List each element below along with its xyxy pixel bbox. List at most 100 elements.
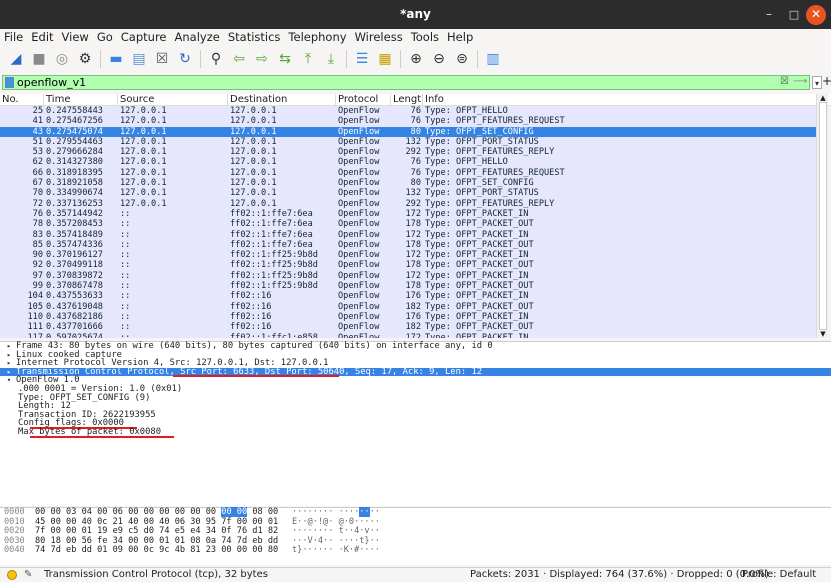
collapse-arrow-icon[interactable]: ▸ [2,342,16,351]
close-file-icon[interactable]: ☒ [152,49,172,69]
packet-row[interactable]: 117 0.597025674:: ff02::1:ffc1:e858 OpenFlo… [0,332,816,338]
display-filter-input[interactable] [17,76,777,89]
packet-source: :: [120,219,131,230]
detail-item[interactable]: ▸ Frame 43: 80 bytes on wire (640 bits), … [0,342,831,351]
col-header-source[interactable]: Source [118,94,228,106]
packet-row[interactable]: 41 0.275467256 127.0.0.1 127.0.0.1 OpenFlow 7… [0,116,816,127]
close-icon[interactable]: ✕ [806,5,826,25]
zoom-reset-icon[interactable]: ⊜ [452,49,472,69]
collapse-arrow-icon[interactable]: ▸ [2,368,16,377]
packet-row[interactable]: 67 0.318921058 127.0.0.1 127.0.0.1 OpenFlow 8… [0,178,816,189]
packet-row[interactable]: 43 0.275475074 127.0.0.1 127.0.0.1 OpenFlow 8… [0,126,816,137]
expert-info-icon[interactable] [7,570,17,580]
open-file-icon[interactable]: ▬ [106,49,126,69]
packet-no: 90 [32,250,43,261]
packet-row[interactable]: 25 0.247558443 127.0.0.1 127.0.0.1 OpenFlow 7… [0,106,816,117]
detail-item[interactable]: Max bytes of packet: 0x0080 [0,428,831,438]
packet-row[interactable]: 62 0.314327380 127.0.0.1 127.0.0.1 OpenFlow 7… [0,157,816,168]
packet-row[interactable]: 76 0.357144942:: ff02::1:ffe7:6ea OpenFlow 1… [0,208,816,220]
menu-telephony[interactable]: Telephony [284,29,350,45]
packet-no: 70 [32,188,43,199]
packet-row[interactable]: 51 0.279554463 127.0.0.1 127.0.0.1 OpenFlow 1… [0,136,816,148]
start-capture-icon[interactable]: ◢ [6,49,26,69]
collapse-arrow-icon[interactable]: ▸ [2,351,16,360]
bookmark-icon[interactable] [5,77,14,88]
packet-source: :: [120,322,131,333]
save-file-icon[interactable]: ▤ [129,49,149,69]
menu-file[interactable]: File [0,29,27,45]
detail-item[interactable]: ▸ Transmission Control Protocol, Src Port… [0,367,831,377]
reload-file-icon[interactable]: ↻ [175,49,195,69]
maximize-icon[interactable]: □ [784,5,804,25]
col-header-protocol[interactable]: Protocol [336,94,391,106]
packet-destination: ff02::16 [230,322,272,333]
packet-row[interactable]: 85 0.357474336:: ff02::1:ffe7:6ea OpenFlow 1… [0,239,816,251]
detail-item[interactable]: Type: OFPT_SET_CONFIG (9) [0,393,831,403]
packet-row[interactable]: 72 0.337136253 127.0.0.1 127.0.0.1 OpenFlow 2… [0,198,816,209]
collapse-arrow-icon[interactable]: ▸ [2,359,16,368]
packet-row[interactable]: 104 0.437553633:: ff02::16 OpenFlow 176 Type:… [0,291,816,302]
clear-filter-icon[interactable]: ☒ [780,76,790,88]
packet-destination: ff02::1:ffe7:6ea [230,239,313,250]
profile-label[interactable]: Profile: Default [742,568,816,582]
apply-filter-icon[interactable]: ⟶ [793,76,809,88]
scrollbar-thumb[interactable] [819,102,827,330]
packet-row[interactable]: 92 0.370499118:: ff02::1:ff25:9b8d OpenFlow… [0,260,816,271]
menu-edit[interactable]: Edit [27,29,57,45]
detail-item[interactable]: Transaction ID: 2622193955 [0,410,831,420]
capture-options-icon[interactable]: ⚙ [75,49,95,69]
col-header-time[interactable]: Time [44,94,118,106]
packet-row[interactable]: 78 0.357208453:: ff02::1:ffe7:6ea OpenFlow 1… [0,219,816,230]
menu-capture[interactable]: Capture [117,29,171,45]
first-packet-icon[interactable]: ⤒ [298,49,318,69]
col-header-info[interactable]: Info [423,94,816,106]
menu-analyze[interactable]: Analyze [171,29,224,45]
autoscroll-icon[interactable]: ☰ [352,49,372,69]
col-header-destination[interactable]: Destination [228,94,336,106]
scroll-up-icon[interactable]: ▲ [817,94,829,102]
packet-row[interactable]: 105 0.437619048:: ff02::16 OpenFlow 182 Type:… [0,301,816,312]
packet-list[interactable]: 25 0.247558443 127.0.0.1 127.0.0.1 OpenFlow 7… [0,106,816,338]
go-back-icon[interactable]: ⇦ [229,49,249,69]
packet-row[interactable]: 70 0.334990674 127.0.0.1 127.0.0.1 OpenFlow 1… [0,188,816,199]
last-packet-icon[interactable]: ⤓ [321,49,341,69]
packet-row[interactable]: 66 0.318918395 127.0.0.1 127.0.0.1 OpenFlow 7… [0,167,816,179]
packet-row[interactable]: 99 0.370867478:: ff02::1:ff25:9b8d OpenFlow… [0,281,816,292]
packet-destination: ff02::16 [230,291,272,302]
filter-history-dropdown[interactable]: ▾ [812,76,822,89]
packet-row[interactable]: 110 0.437682186:: ff02::16 OpenFlow 176 Type:… [0,311,816,323]
packet-row[interactable]: 90 0.370196127:: ff02::1:ff25:9b8d OpenFlow… [0,250,816,261]
packet-source: :: [120,250,131,261]
menu-statistics[interactable]: Statistics [224,29,285,45]
zoom-out-icon[interactable]: ⊖ [429,49,449,69]
packet-row[interactable]: 83 0.357418489:: ff02::1:ffe7:6ea OpenFlow 1… [0,229,816,240]
col-header-no[interactable]: No. [0,94,44,106]
col-header-length[interactable]: Length [391,94,423,106]
colorize-icon[interactable]: ▦ [375,49,395,69]
packet-row[interactable]: 111 0.437701666:: ff02::16 OpenFlow 182 Type:… [0,322,816,333]
menu-tools[interactable]: Tools [407,29,443,45]
menu-help[interactable]: Help [443,29,477,45]
restart-capture-icon[interactable]: ◎ [52,49,72,69]
find-packet-icon[interactable]: ⚲ [206,49,226,69]
resize-columns-icon[interactable]: ▥ [483,49,503,69]
edit-comment-icon[interactable]: ✎ [24,568,32,582]
go-to-packet-icon[interactable]: ⇆ [275,49,295,69]
packet-row[interactable]: 97 0.370839872:: ff02::1:ff25:9b8d OpenFlow… [0,270,816,282]
packet-list-scrollbar[interactable]: ▲ ▼ [816,94,828,338]
scroll-down-icon[interactable]: ▼ [817,330,829,338]
packet-info: Type: OFPT_PACKET_IN [425,311,529,322]
menu-go[interactable]: Go [93,29,117,45]
expand-arrow-icon[interactable]: ▾ [2,376,16,385]
menu-view[interactable]: View [58,29,93,45]
go-forward-icon[interactable]: ⇨ [252,49,272,69]
bytes-row[interactable]: 0040 74 7d eb dd 01 09 00 0c 9c 4b 81 23 … [0,546,831,556]
packet-row[interactable]: 53 0.279666284 127.0.0.1 127.0.0.1 OpenFlow 2… [0,147,816,158]
stop-capture-icon[interactable]: ■ [29,49,49,69]
minimize-icon[interactable]: – [759,5,779,25]
zoom-in-icon[interactable]: ⊕ [406,49,426,69]
packet-time: 0.279554463 [46,136,103,147]
menu-wireless[interactable]: Wireless [351,29,407,45]
add-filter-button-icon[interactable]: + [822,74,831,88]
title-bar: *any – □ ✕ [0,0,831,29]
